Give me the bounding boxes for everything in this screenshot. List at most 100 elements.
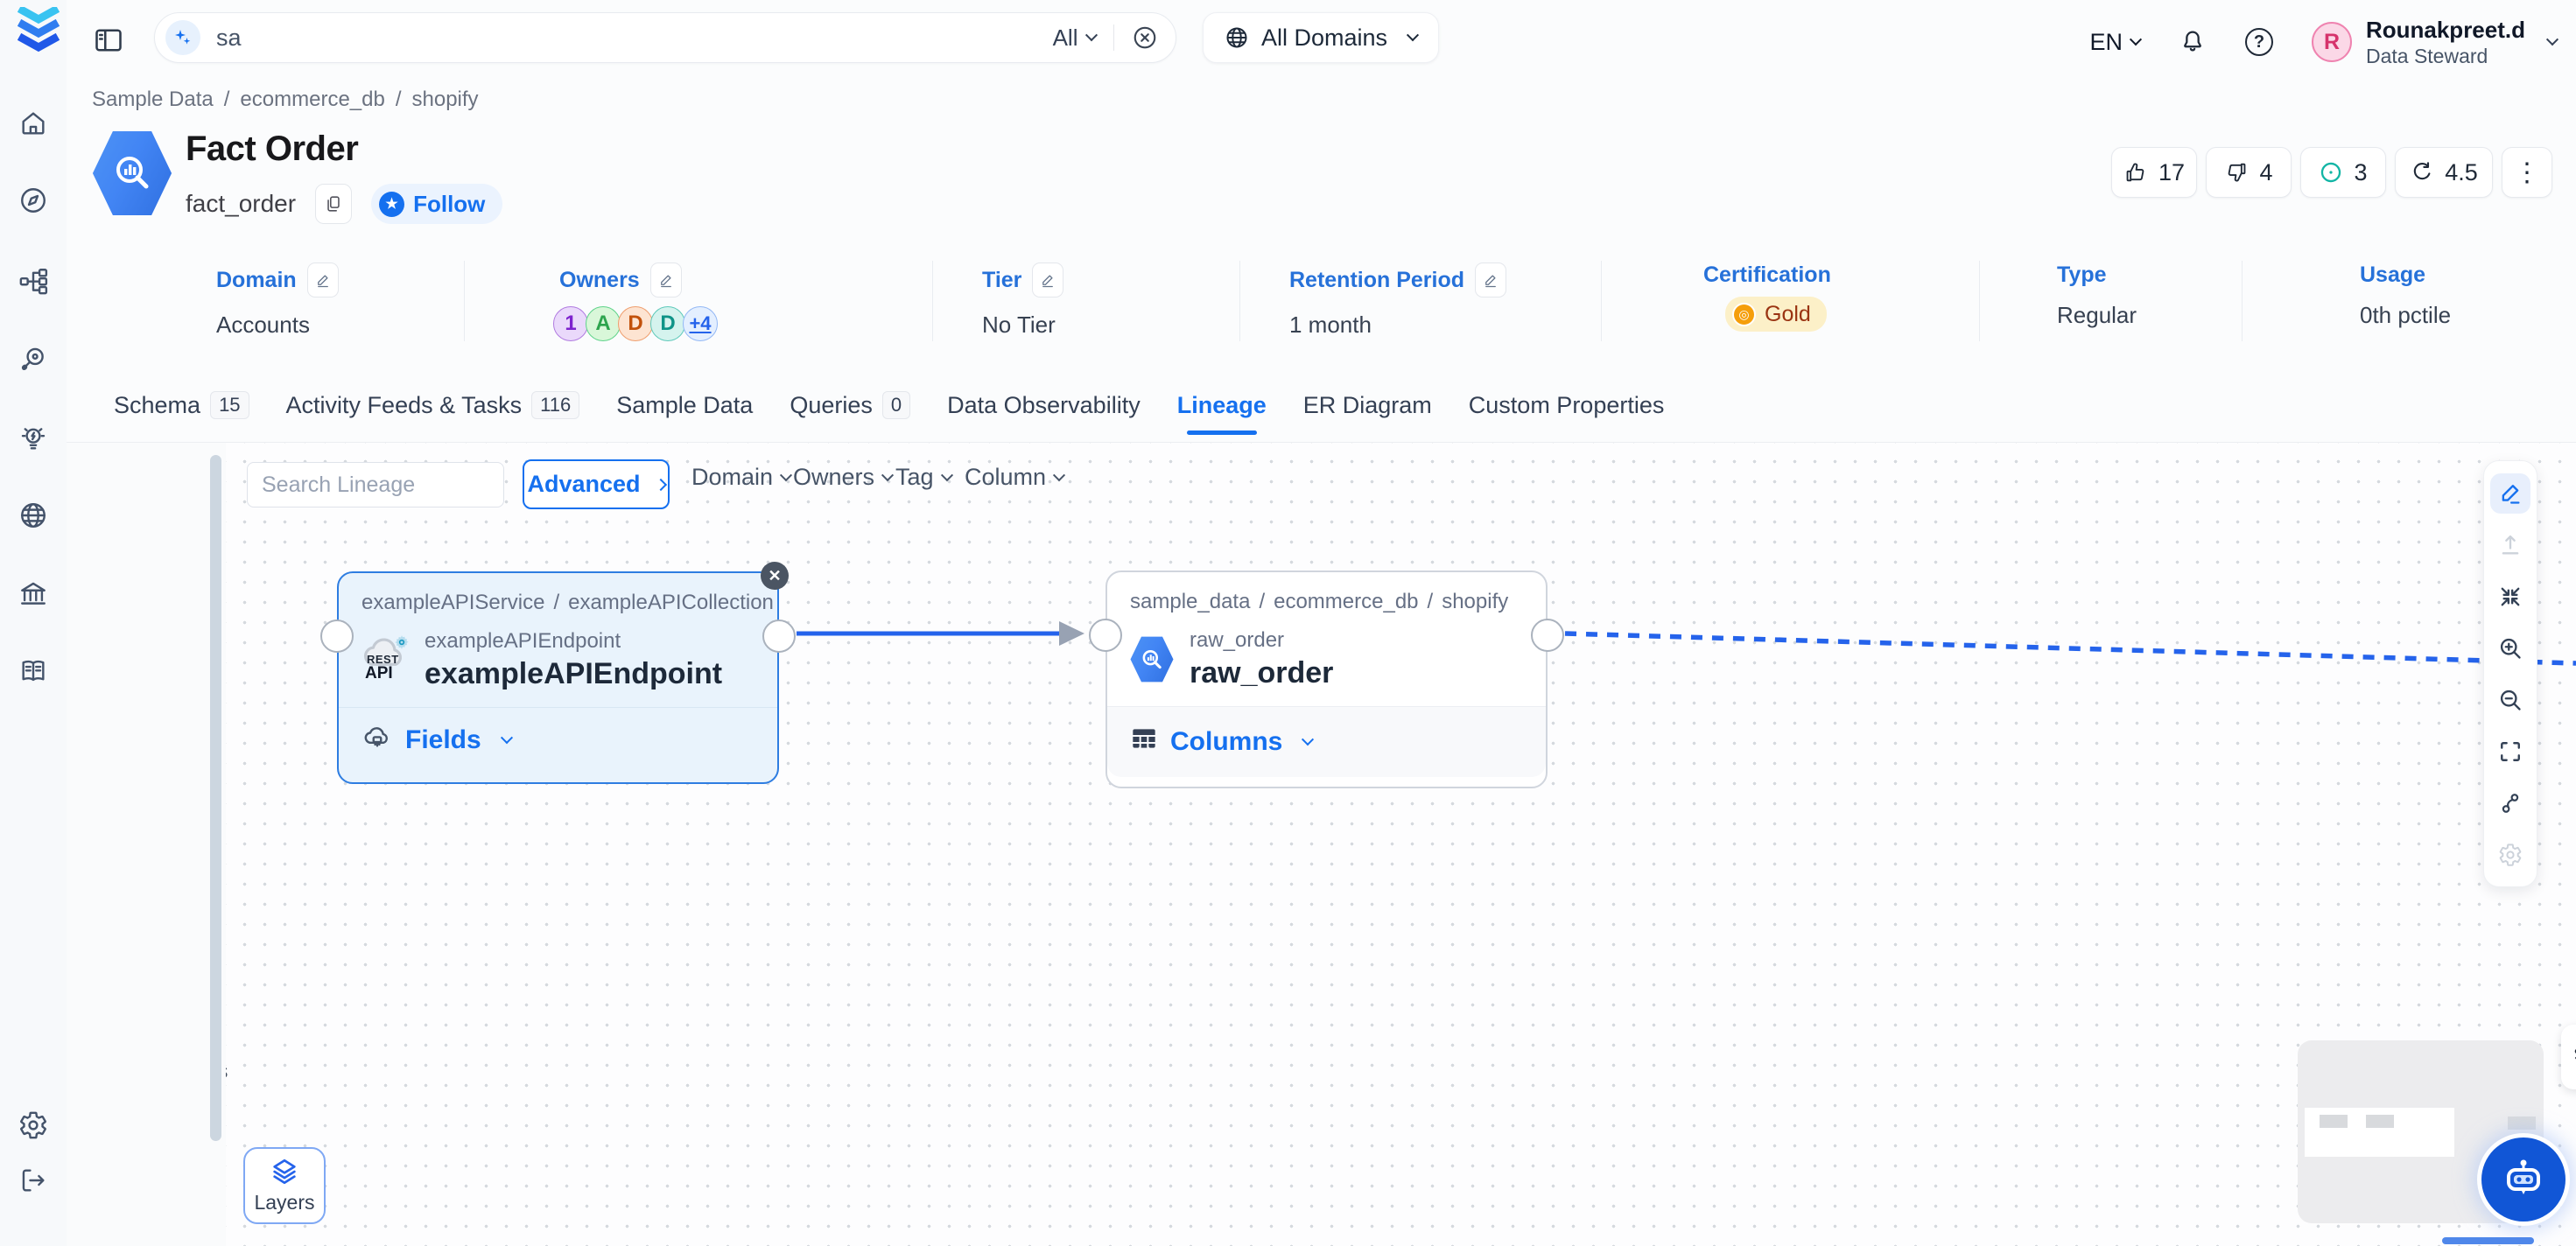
- fit-view-button[interactable]: [2483, 725, 2537, 777]
- lineage-search-input[interactable]: [262, 472, 544, 498]
- edge-widget-card[interactable]: [2561, 1025, 2576, 1089]
- node-handle-right[interactable]: [762, 620, 796, 653]
- owner-avatar[interactable]: 1: [553, 306, 588, 341]
- node-handle-left[interactable]: [1089, 619, 1122, 652]
- lineage-node-exampleapiendpoint[interactable]: ✕ exampleAPIService/exampleAPICollection…: [337, 571, 779, 784]
- owner-avatar[interactable]: D: [618, 306, 653, 341]
- left-nav-rail: [0, 0, 67, 1246]
- breadcrumb-link[interactable]: shopify: [412, 88, 479, 112]
- filter-tag-dropdown[interactable]: Tag: [895, 464, 951, 491]
- lineage-flow-icon[interactable]: [15, 262, 52, 299]
- info-tier: Tier No Tier: [933, 261, 1240, 341]
- all-domains-button[interactable]: All Domains: [1203, 12, 1439, 63]
- entity-drag-panel: [67, 443, 226, 1246]
- downvote-button[interactable]: 4: [2206, 147, 2292, 198]
- canvas-horizontal-scrollbar[interactable]: [2442, 1237, 2534, 1244]
- more-actions-button[interactable]: ⋮: [2502, 147, 2552, 198]
- notifications-bell-icon[interactable]: [2179, 28, 2207, 56]
- connect-nodes-button[interactable]: [2483, 777, 2537, 829]
- zoom-in-button[interactable]: [2483, 622, 2537, 674]
- info-retention: Retention Period 1 month: [1240, 261, 1602, 341]
- help-icon[interactable]: ?: [2245, 28, 2273, 56]
- owner-avatar-more[interactable]: +4: [683, 306, 718, 341]
- filter-column-dropdown[interactable]: Column: [965, 464, 1063, 491]
- search-input[interactable]: [216, 24, 1053, 52]
- owner-avatar[interactable]: D: [650, 306, 685, 341]
- tasks-button[interactable]: 3: [2300, 147, 2386, 198]
- zoom-out-button[interactable]: [2483, 674, 2537, 725]
- tab-custom-properties[interactable]: Custom Properties: [1469, 378, 1665, 432]
- lineage-canvas[interactable]: Tables Dashboards Topics ML Models Conta…: [67, 442, 2576, 1246]
- lineage-settings-button[interactable]: [2483, 829, 2537, 880]
- panel-scrollbar[interactable]: [210, 455, 221, 1141]
- lineage-node-raw-order[interactable]: sample_data/ecommerce_db/shopify raw_ord…: [1106, 570, 1548, 788]
- edit-lineage-button[interactable]: [2483, 467, 2537, 519]
- chevron-down-icon: [1084, 29, 1097, 41]
- assistant-chat-button[interactable]: [2481, 1138, 2565, 1222]
- tab-lineage[interactable]: Lineage: [1177, 378, 1267, 432]
- tab-er-diagram[interactable]: ER Diagram: [1303, 378, 1432, 432]
- explore-compass-icon[interactable]: [15, 182, 52, 219]
- node-name: raw_order: [1190, 656, 1333, 690]
- user-menu[interactable]: R Rounakpreet.d Data Steward: [2312, 16, 2557, 68]
- filter-owners-dropdown[interactable]: Owners: [793, 464, 892, 491]
- global-search-bar[interactable]: All: [154, 12, 1176, 63]
- tab-data-observability[interactable]: Data Observability: [947, 378, 1141, 432]
- divider: [1113, 24, 1115, 51]
- copy-icon[interactable]: [315, 184, 352, 224]
- export-lineage-button[interactable]: [2483, 519, 2537, 570]
- tab-queries[interactable]: Queries0: [790, 378, 910, 432]
- domains-globe-icon[interactable]: [15, 497, 52, 534]
- edit-domain-icon[interactable]: [307, 262, 339, 298]
- info-usage: Usage 0th pctile: [2243, 261, 2576, 341]
- medal-icon: ◎: [1732, 303, 1756, 326]
- logout-icon[interactable]: [15, 1162, 52, 1199]
- node-handle-left[interactable]: [320, 620, 354, 653]
- version-button[interactable]: 4.5: [2395, 147, 2493, 198]
- chevron-down-icon: [2130, 33, 2142, 46]
- edit-owners-icon[interactable]: [650, 262, 682, 298]
- node-breadcrumb: sample_data/ecommerce_db/shopify: [1107, 572, 1546, 614]
- language-selector[interactable]: EN: [2089, 29, 2140, 56]
- app-logo[interactable]: [18, 7, 60, 59]
- follow-button[interactable]: ★ Follow: [371, 184, 502, 224]
- user-avatar[interactable]: R: [2312, 22, 2352, 62]
- node-columns-expander[interactable]: Columns: [1107, 706, 1546, 777]
- breadcrumb-separator: /: [224, 88, 230, 112]
- breadcrumb-link[interactable]: Sample Data: [92, 88, 214, 112]
- breadcrumb-link[interactable]: ecommerce_db: [240, 88, 384, 112]
- filter-domain-dropdown[interactable]: Domain: [691, 464, 790, 491]
- edit-retention-icon[interactable]: [1475, 262, 1506, 298]
- tab-sample-data[interactable]: Sample Data: [616, 378, 753, 432]
- layers-button[interactable]: Layers: [243, 1147, 326, 1224]
- sidebar-toggle-icon[interactable]: [93, 24, 124, 56]
- node-handle-right[interactable]: [1531, 619, 1564, 652]
- tab-schema[interactable]: Schema15: [114, 378, 249, 432]
- node-name: exampleAPIEndpoint: [425, 657, 722, 691]
- insights-bulb-icon[interactable]: [15, 420, 52, 457]
- collapse-view-button[interactable]: [2483, 570, 2537, 622]
- edit-tier-icon[interactable]: [1032, 262, 1063, 298]
- entity-fqn: fact_order: [186, 190, 296, 218]
- search-scope-dropdown[interactable]: All: [1053, 24, 1096, 52]
- glossary-book-icon[interactable]: [15, 653, 52, 690]
- owner-avatar[interactable]: A: [586, 306, 621, 341]
- govern-bank-icon[interactable]: [15, 576, 52, 612]
- lineage-toolbar-right: [2483, 460, 2537, 887]
- page-title: Fact Order: [186, 130, 358, 169]
- lineage-search-box[interactable]: [247, 462, 504, 508]
- table-service-icon: [92, 130, 172, 217]
- node-close-icon[interactable]: ✕: [761, 562, 789, 590]
- chevron-down-icon: [940, 469, 952, 481]
- observability-search-icon[interactable]: [15, 341, 52, 378]
- globe-icon: [1225, 25, 1249, 50]
- settings-gear-icon[interactable]: [15, 1107, 52, 1144]
- certification-badge: ◎ Gold: [1725, 297, 1827, 332]
- tab-activity-feeds[interactable]: Activity Feeds & Tasks116: [286, 378, 580, 432]
- node-fields-expander[interactable]: Fields: [339, 707, 777, 773]
- search-clear-icon[interactable]: [1132, 24, 1158, 51]
- advanced-filter-button[interactable]: Advanced: [523, 459, 670, 509]
- home-icon[interactable]: [15, 105, 52, 142]
- breadcrumb-separator: /: [396, 88, 402, 112]
- upvote-button[interactable]: 17: [2111, 147, 2197, 198]
